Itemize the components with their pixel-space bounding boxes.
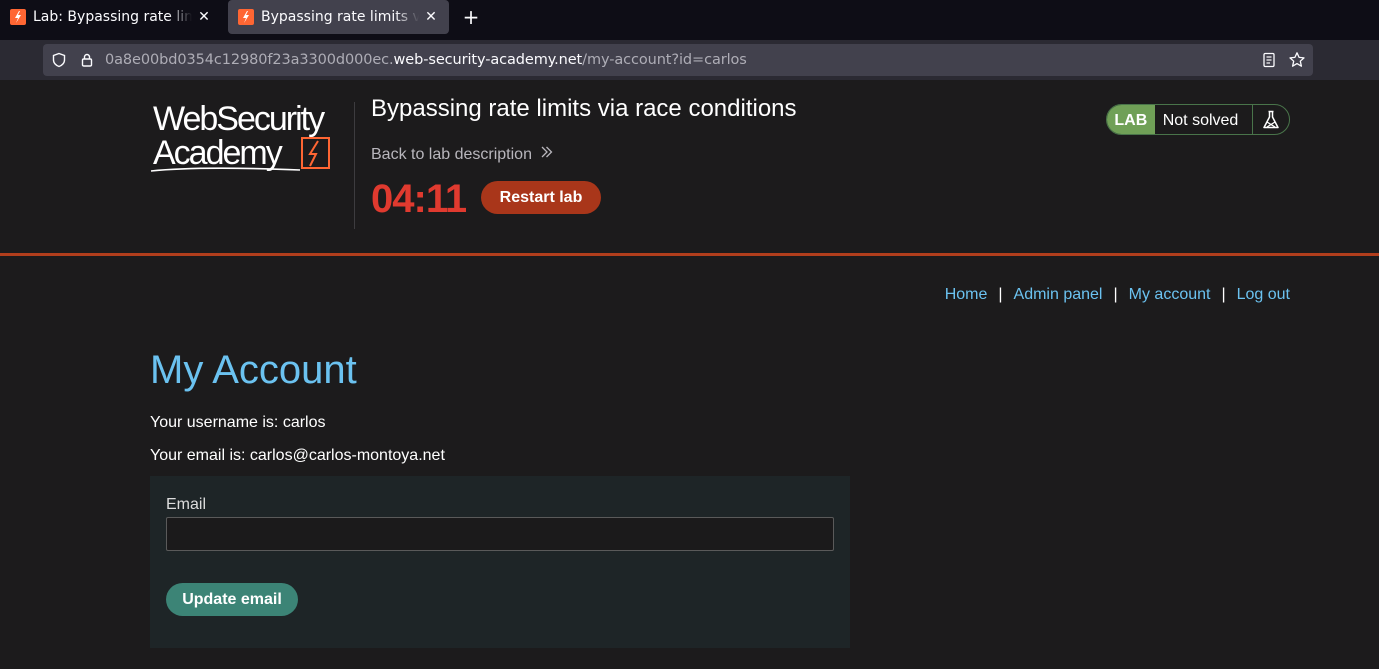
page-title: My Account	[150, 348, 357, 392]
nav-admin-panel-link[interactable]: Admin panel	[1014, 286, 1103, 304]
back-link-label: Back to lab description	[371, 145, 532, 163]
tracking-protection-shield-icon[interactable]	[51, 52, 67, 73]
logo-line-1: WebSecurity	[153, 100, 325, 138]
lab-tag: LAB	[1107, 105, 1155, 134]
lab-timer: 04:11	[371, 177, 467, 221]
web-security-academy-logo[interactable]: WebSecurity Academy	[150, 100, 355, 175]
header-accent-line	[0, 253, 1379, 256]
tab-title: Bypassing rate limits via race condition…	[261, 9, 419, 25]
nav-separator: |	[1113, 286, 1118, 303]
address-bar[interactable]: 0a8e00bd0354c12980f23a3300d000ec.web-sec…	[43, 44, 1313, 76]
new-tab-button[interactable]: +	[459, 6, 483, 30]
nav-separator: |	[1221, 286, 1226, 303]
email-text: Your email is: carlos@carlos-montoya.net	[150, 447, 445, 464]
browser-tab-bar: Lab: Bypassing rate limits via race cond…	[0, 0, 1379, 40]
double-chevron-right-icon	[540, 145, 554, 164]
portswigger-favicon-icon	[10, 9, 26, 25]
close-tab-icon[interactable]: ✕	[423, 9, 439, 25]
url-text[interactable]: 0a8e00bd0354c12980f23a3300d000ec.web-sec…	[105, 44, 747, 76]
lock-icon[interactable]	[79, 52, 95, 73]
email-label: Email	[166, 496, 207, 513]
browser-tab-active[interactable]: Bypassing rate limits via race condition…	[228, 0, 449, 34]
url-domain: web-security-academy.net	[393, 52, 583, 68]
tab-title: Lab: Bypassing rate limits via race cond…	[33, 9, 192, 25]
header-divider	[354, 102, 355, 229]
browser-tab[interactable]: Lab: Bypassing rate limits via race cond…	[0, 0, 222, 34]
restart-lab-button[interactable]: Restart lab	[481, 181, 601, 214]
update-email-form: Email Update email	[150, 476, 850, 648]
email-field[interactable]	[166, 517, 834, 551]
bookmark-star-icon[interactable]	[1288, 51, 1306, 74]
back-to-lab-description-link[interactable]: Back to lab description	[371, 145, 554, 164]
site-navigation: Home | Admin panel | My account | Log ou…	[945, 286, 1290, 304]
lab-status-badge: LAB Not solved	[1106, 104, 1290, 135]
url-path: /my-account?id=carlos	[582, 52, 747, 68]
portswigger-favicon-icon	[238, 9, 254, 25]
nav-home-link[interactable]: Home	[945, 286, 988, 304]
flask-icon	[1253, 105, 1289, 134]
update-email-button[interactable]: Update email	[166, 583, 298, 616]
username-text: Your username is: carlos	[150, 414, 326, 431]
nav-my-account-link[interactable]: My account	[1129, 286, 1211, 304]
lab-status-text: Not solved	[1154, 105, 1254, 134]
logo-line-2: Academy	[153, 134, 283, 172]
nav-log-out-link[interactable]: Log out	[1237, 286, 1290, 304]
url-prefix: 0a8e00bd0354c12980f23a3300d000ec.	[105, 52, 394, 68]
browser-nav-bar: 0a8e00bd0354c12980f23a3300d000ec.web-sec…	[0, 40, 1379, 80]
nav-separator: |	[998, 286, 1003, 303]
close-tab-icon[interactable]: ✕	[196, 9, 212, 25]
reader-view-icon[interactable]	[1261, 52, 1277, 73]
lab-title: Bypassing rate limits via race condition…	[371, 95, 797, 122]
